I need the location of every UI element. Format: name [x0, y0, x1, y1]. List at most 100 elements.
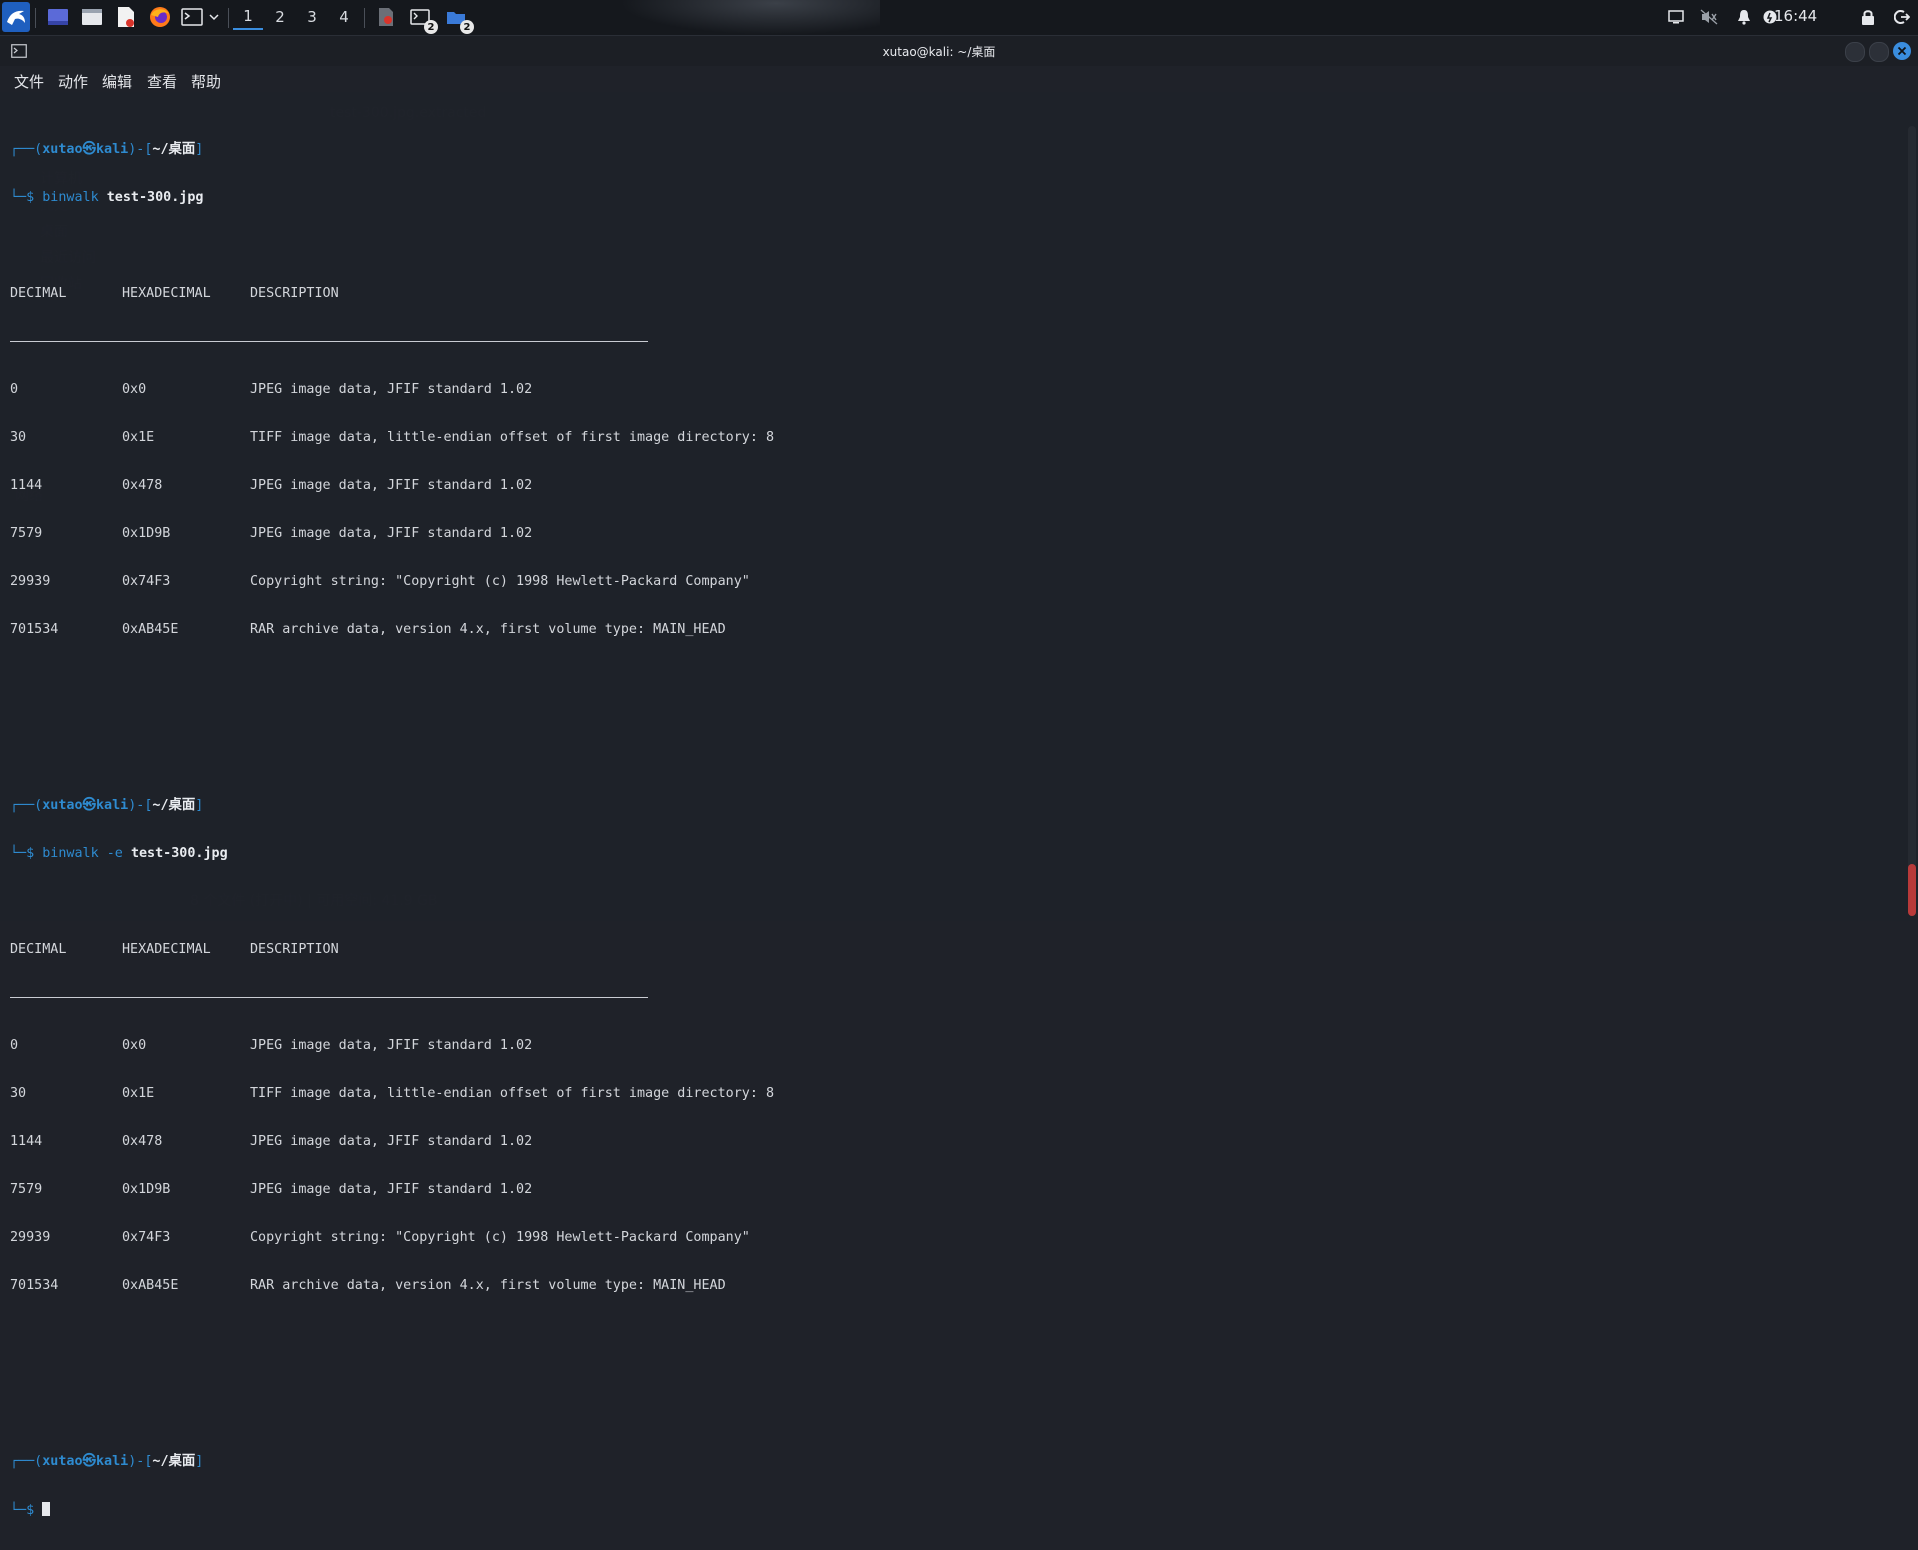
header-description: DESCRIPTION: [250, 286, 339, 301]
command-option: -e: [106, 846, 123, 861]
window-titlebar[interactable]: xutao@kali: ~/桌面: [0, 36, 1918, 66]
command-line: └─$ binwalk -e test-300.jpg: [10, 846, 1898, 862]
table-row: 0 0x0 JPEG image data, JFIF standard 1.02: [10, 382, 1898, 398]
panel-separator: [364, 8, 365, 28]
menu-view[interactable]: 查看: [147, 71, 177, 92]
cell-decimal: 701534: [10, 1278, 59, 1293]
cell-hex: 0xAB45E: [122, 622, 179, 637]
menu-file[interactable]: 文件: [14, 71, 44, 92]
prompt-corner: └─$: [10, 190, 43, 205]
command-arg: test-300.jpg: [106, 190, 204, 205]
cell-description: JPEG image data, JFIF standard 1.02: [250, 382, 533, 397]
cell-decimal: 30: [10, 1086, 27, 1101]
table-row: 7579 0x1D9B JPEG image data, JFIF standard…: [10, 526, 1898, 542]
clock[interactable]: 16:44: [1774, 7, 1817, 25]
header-decimal: DECIMAL: [10, 286, 67, 301]
workspace-2[interactable]: 2: [265, 4, 295, 30]
task-count-badge: 2: [460, 20, 474, 34]
cell-description: JPEG image data, JFIF standard 1.02: [250, 478, 533, 493]
table-header: DECIMAL HEXADECIMAL DESCRIPTION: [10, 286, 1898, 302]
cell-description: JPEG image data, JFIF standard 1.02: [250, 1182, 533, 1197]
workspace-label: 1: [243, 7, 253, 25]
prompt-corner: ┌──(: [10, 1454, 43, 1469]
input-line[interactable]: └─$: [10, 1502, 1898, 1518]
cell-decimal: 1144: [10, 478, 43, 493]
command-line: └─$ binwalk test-300.jpg: [10, 190, 1898, 206]
bell-icon[interactable]: [1732, 6, 1756, 28]
cell-decimal: 29939: [10, 574, 51, 589]
firefox-icon[interactable]: [146, 4, 174, 30]
cell-decimal: 0: [10, 1038, 19, 1053]
menu-edit[interactable]: 编辑: [102, 71, 132, 92]
cell-description: JPEG image data, JFIF standard 1.02: [250, 1038, 533, 1053]
cell-hex: 0x1D9B: [122, 526, 171, 541]
workspace-label: 2: [275, 8, 285, 26]
cell-decimal: 7579: [10, 526, 43, 541]
terminal-task-icon[interactable]: 2: [406, 4, 438, 34]
cell-hex: 0x0: [122, 1038, 147, 1053]
workspace-label: 4: [339, 8, 349, 26]
text-editor-icon[interactable]: [112, 4, 140, 30]
prompt-bracket: ]: [195, 142, 204, 157]
prompt-user: xutao㉿kali: [42, 142, 129, 157]
close-button[interactable]: [1893, 42, 1911, 60]
menu-bar: 文件 动作 编辑 查看 帮助: [0, 66, 1918, 92]
command-name: binwalk: [42, 846, 99, 861]
prompt-corner: └─$: [10, 846, 43, 861]
menu-help[interactable]: 帮助: [191, 71, 221, 92]
terminal-icon[interactable]: [178, 4, 206, 30]
terminal-window: xutao@kali: ~/桌面 文件 动作 编辑 查看 帮助 ┌──( xuta…: [0, 36, 1918, 1518]
command-name: binwalk: [42, 190, 99, 205]
table-row: 1144 0x478 JPEG image data, JFIF standard …: [10, 478, 1898, 494]
menu-action[interactable]: 动作: [58, 71, 88, 92]
lock-icon[interactable]: [1856, 6, 1880, 28]
logout-icon[interactable]: [1890, 6, 1914, 28]
file-manager-icon[interactable]: [78, 4, 106, 30]
show-desktop-icon[interactable]: [44, 4, 72, 30]
terminal-output[interactable]: ┌──(xutao㉿kali)-[~/桌面] └─$ binwalk test-…: [10, 94, 1898, 1550]
table-row: 7579 0x1D9B JPEG image data, JFIF standard…: [10, 1182, 1898, 1198]
cell-hex: 0x1E: [122, 430, 155, 445]
cell-hex: 0x478: [122, 478, 163, 493]
scrollbar[interactable]: [1908, 126, 1916, 916]
table-row: 701534 0xAB45E RAR archive data, version 4…: [10, 1278, 1898, 1294]
cell-description: RAR archive data, version 4.x, first vol…: [250, 1278, 726, 1293]
table-row: 701534 0xAB45E RAR archive data, version 4…: [10, 622, 1898, 638]
header-hex: HEXADECIMAL: [122, 942, 211, 957]
table-row: 29939 0x74F3 Copyright string: "Copyright …: [10, 1230, 1898, 1246]
prompt-corner: ┌──(: [10, 798, 43, 813]
workspace-1[interactable]: 1: [233, 4, 263, 30]
cell-decimal: 1144: [10, 1134, 43, 1149]
prompt-bracket: ]: [195, 798, 204, 813]
cell-description: RAR archive data, version 4.x, first vol…: [250, 622, 726, 637]
header-hex: HEXADECIMAL: [122, 286, 211, 301]
display-icon[interactable]: [1664, 6, 1688, 28]
table-row: 0 0x0 JPEG image data, JFIF standard 1.02: [10, 1038, 1898, 1054]
cell-description: Copyright string: "Copyright (c) 1998 He…: [250, 574, 750, 589]
scrollbar-thumb[interactable]: [1908, 864, 1916, 916]
prompt-corner: └─$: [10, 1503, 43, 1518]
maximize-button[interactable]: [1869, 42, 1889, 62]
kali-menu-icon[interactable]: [2, 2, 30, 32]
cell-description: JPEG image data, JFIF standard 1.02: [250, 526, 533, 541]
minimize-button[interactable]: [1845, 42, 1865, 62]
workspace-4[interactable]: 4: [329, 4, 359, 30]
workspace-3[interactable]: 3: [297, 4, 327, 30]
cell-hex: 0x74F3: [122, 1230, 171, 1245]
burp-icon[interactable]: [372, 4, 400, 30]
prompt-path: ~/桌面: [152, 798, 196, 813]
cell-hex: 0xAB45E: [122, 1278, 179, 1293]
cell-hex: 0x478: [122, 1134, 163, 1149]
chevron-down-icon[interactable]: [206, 4, 222, 30]
panel-separator: [228, 8, 229, 28]
table-header: DECIMAL HEXADECIMAL DESCRIPTION: [10, 942, 1898, 958]
mute-icon[interactable]: [1697, 6, 1721, 28]
cell-decimal: 701534: [10, 622, 59, 637]
cell-description: TIFF image data, little-endian offset of…: [250, 1086, 775, 1101]
close-icon: [1897, 46, 1907, 56]
wallpaper-decoration: [620, 0, 880, 35]
cell-decimal: 7579: [10, 1182, 43, 1197]
files-task-icon[interactable]: 2: [442, 4, 474, 34]
cell-hex: 0x1D9B: [122, 1182, 171, 1197]
workspace-label: 3: [307, 8, 317, 26]
